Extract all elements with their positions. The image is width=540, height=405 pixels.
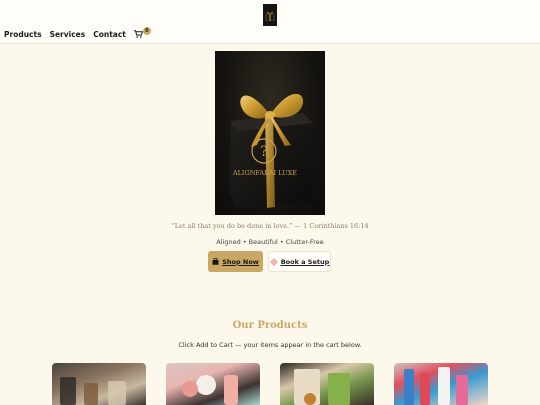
cart-count-badge: 0 (142, 27, 151, 35)
product-card-image[interactable] (394, 363, 488, 405)
products-section-subtitle: Click Add to Cart — your items appear in… (178, 341, 362, 349)
product-card-image[interactable] (166, 363, 260, 405)
products-section-title: Our Products (232, 320, 308, 331)
hero-quote: “Let all that you do be done in love.” —… (171, 222, 369, 230)
main-nav: Products Services Contact 0 (4, 27, 151, 40)
shopping-bag-icon (212, 258, 219, 265)
site-header: Products Services Contact 0 (0, 0, 540, 44)
hero-gift-box-image: ? ALIGNFARAI LUXE (215, 51, 325, 215)
shop-now-label: Shop Now (222, 257, 259, 266)
hero-tagline: Aligned • Beautiful • Clutter-Free (216, 238, 324, 246)
nav-services[interactable]: Services (50, 30, 86, 39)
book-setup-button[interactable]: Book a Setup (268, 251, 331, 272)
nav-products[interactable]: Products (4, 30, 42, 39)
nav-contact[interactable]: Contact (93, 30, 126, 39)
book-setup-label: Book a Setup (280, 257, 330, 266)
shop-now-button[interactable]: Shop Now (208, 251, 263, 272)
svg-text:?: ? (260, 144, 268, 160)
flower-icon (270, 257, 278, 266)
product-card-image[interactable] (52, 363, 146, 405)
cart-button[interactable]: 0 (133, 27, 151, 38)
gift-box-logo-icon[interactable] (263, 4, 277, 26)
svg-text:ALIGNFARAI LUXE: ALIGNFARAI LUXE (232, 169, 297, 177)
cart-icon (133, 30, 143, 38)
product-card-image[interactable] (280, 363, 374, 405)
